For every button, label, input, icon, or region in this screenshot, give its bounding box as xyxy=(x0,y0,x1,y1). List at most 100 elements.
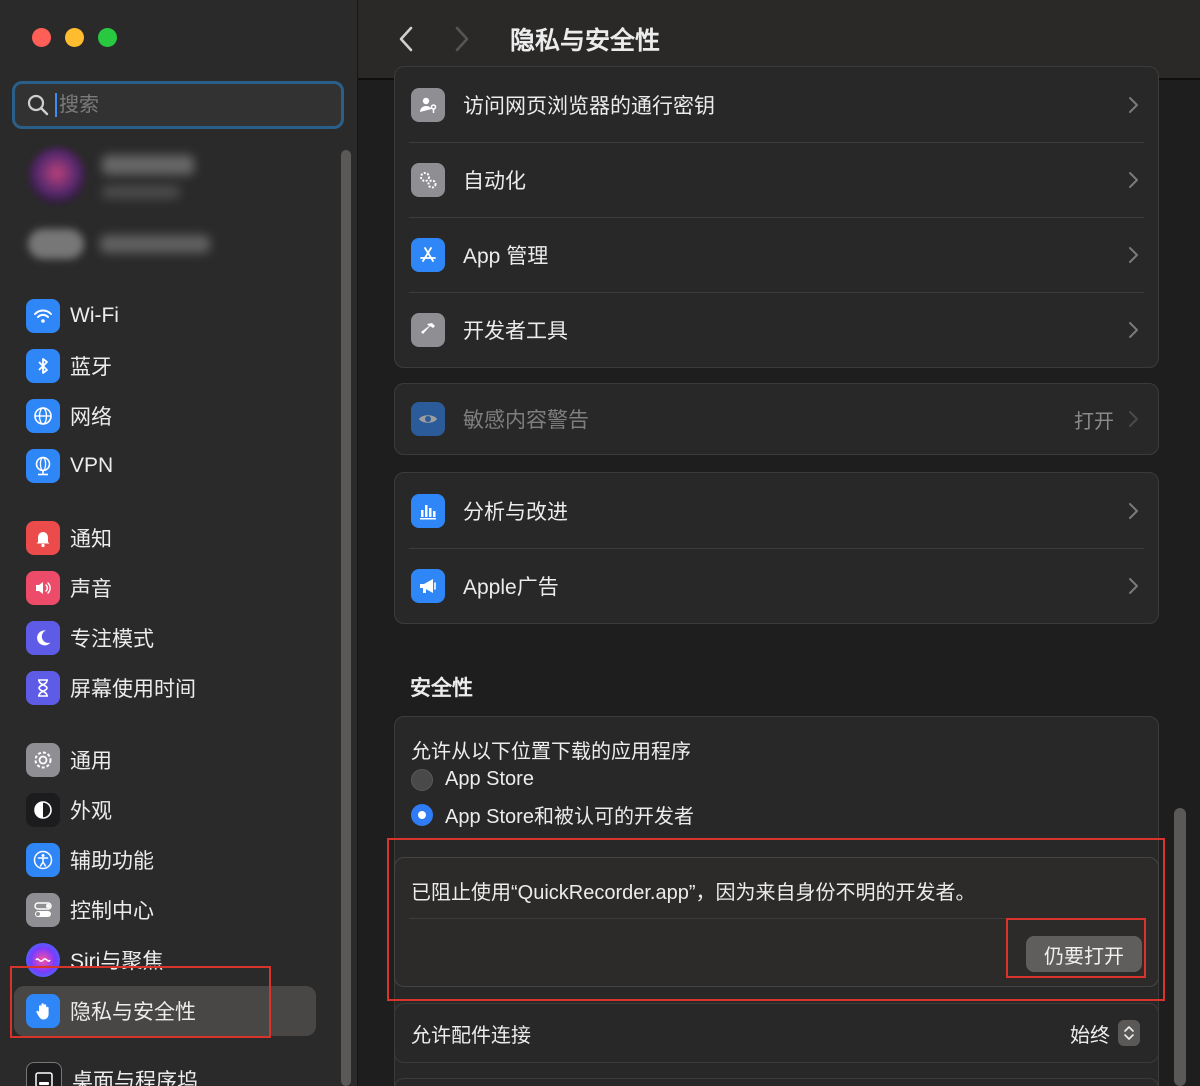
close-window-button[interactable] xyxy=(32,28,51,47)
radio-app-store[interactable]: App Store xyxy=(411,768,534,791)
row-label: 允许配件连接 xyxy=(411,1024,531,1047)
person-key-icon xyxy=(411,87,445,122)
globe-icon xyxy=(26,399,60,433)
sidebar-item-label: 蓝牙 xyxy=(70,356,112,379)
row-app-management[interactable]: App 管理 xyxy=(395,217,1158,292)
speaker-icon xyxy=(26,571,60,605)
chevron-left-icon xyxy=(399,26,413,52)
sidebar-item-network[interactable]: 网络 xyxy=(14,391,316,441)
radio-button[interactable] xyxy=(411,803,433,826)
moon-icon xyxy=(26,621,60,655)
vpn-globe-icon xyxy=(26,449,60,483)
chevron-right-icon xyxy=(1129,577,1138,594)
row-value: 打开 xyxy=(1074,410,1114,433)
back-button[interactable] xyxy=(386,19,426,59)
row-label: 分析与改进 xyxy=(463,500,568,524)
chevron-right-icon xyxy=(1129,171,1138,188)
bar-chart-icon xyxy=(411,493,445,528)
sidebar-item-siri-spotlight[interactable]: Siri与聚焦 xyxy=(14,935,316,985)
open-anyway-button[interactable]: 仍要打开 xyxy=(1026,936,1142,972)
bell-icon xyxy=(26,521,60,555)
next-settings-card xyxy=(394,1078,1159,1086)
sidebar-item-wifi[interactable]: Wi-Fi xyxy=(14,291,316,341)
row-label: 自动化 xyxy=(463,169,526,193)
sidebar-item-bluetooth[interactable]: 蓝牙 xyxy=(14,341,316,391)
dock-icon xyxy=(26,1062,62,1086)
row-accessory-connection[interactable]: 允许配件连接 始终 xyxy=(394,1003,1159,1063)
radio-label: App Store和被认可的开发者 xyxy=(445,806,694,828)
sidebar-scrollbar[interactable] xyxy=(341,150,351,1086)
sidebar-item-label: 外观 xyxy=(70,800,112,823)
row-automation[interactable]: 自动化 xyxy=(395,142,1158,217)
sidebar-item-label: 隐私与安全性 xyxy=(70,1001,196,1024)
app-store-icon xyxy=(411,237,445,272)
radio-app-store-identified[interactable]: App Store和被认可的开发者 xyxy=(411,800,694,829)
sidebar: Wi-Fi 蓝牙 网络 VPN 通知 声音 专注模式 xyxy=(0,0,358,1086)
sidebar-item-label: 通知 xyxy=(70,528,112,551)
sidebar-item-label: 屏幕使用时间 xyxy=(70,678,196,701)
main-pane: 隐私与安全性 访问网页浏览器的通行密钥 自动化 App 管理 开发者工具 敏感内… xyxy=(358,0,1200,1086)
row-label: 访问网页浏览器的通行密钥 xyxy=(463,94,715,118)
account-name-blurred xyxy=(102,155,194,175)
row-label: 敏感内容警告 xyxy=(463,409,589,432)
sidebar-item-label: VPN xyxy=(70,454,114,477)
sidebar-item-label: 控制中心 xyxy=(70,900,154,923)
search-input[interactable] xyxy=(59,93,299,117)
security-section-heading: 安全性 xyxy=(410,677,473,700)
forward-button[interactable] xyxy=(442,19,482,59)
sidebar-item-appearance[interactable]: 外观 xyxy=(14,785,316,835)
minimize-window-button[interactable] xyxy=(65,28,84,47)
row-sensitive-content-warning[interactable]: 敏感内容警告 打开 xyxy=(395,384,1158,454)
text-caret xyxy=(55,93,57,117)
accessory-popup-value[interactable]: 始终 xyxy=(1070,1019,1110,1048)
sidebar-item-label: 声音 xyxy=(70,578,112,601)
sidebar-item-label: 通用 xyxy=(70,750,112,773)
radio-button[interactable] xyxy=(411,768,433,791)
sidebar-item-privacy-security[interactable]: 隐私与安全性 xyxy=(14,986,316,1036)
chevron-right-icon xyxy=(455,26,469,52)
main-scrollbar[interactable] xyxy=(1174,808,1186,1086)
row-browser-passkeys[interactable]: 访问网页浏览器的通行密钥 xyxy=(395,67,1158,142)
chevron-right-icon xyxy=(1129,502,1138,519)
sidebar-item-sound[interactable]: 声音 xyxy=(14,563,316,613)
row-analytics[interactable]: 分析与改进 xyxy=(395,473,1158,548)
apple-account[interactable] xyxy=(28,145,328,215)
chevron-right-icon xyxy=(1129,411,1138,427)
sidebar-item-focus[interactable]: 专注模式 xyxy=(14,613,316,663)
maximize-window-button[interactable] xyxy=(98,28,117,47)
toggles-icon xyxy=(26,893,60,927)
hand-icon xyxy=(26,994,60,1028)
blocked-app-message: 已阻止使用“QuickRecorder.app”，因为来自身份不明的开发者。 xyxy=(411,882,976,904)
sidebar-item-label: 桌面与程序坞 xyxy=(72,1070,198,1086)
family-entry[interactable] xyxy=(28,227,328,263)
sidebar-item-control-center[interactable]: 控制中心 xyxy=(14,885,316,935)
row-apple-ads[interactable]: Apple广告 xyxy=(395,548,1158,623)
appearance-icon xyxy=(26,793,60,827)
sidebar-item-vpn[interactable]: VPN xyxy=(14,441,316,491)
popup-stepper-icon[interactable] xyxy=(1118,1020,1140,1046)
family-label-blurred xyxy=(100,235,210,253)
search-field[interactable] xyxy=(12,81,344,129)
sidebar-item-label: 网络 xyxy=(70,406,112,429)
gear-icon xyxy=(26,743,60,777)
row-developer-tools[interactable]: 开发者工具 xyxy=(395,292,1158,367)
sidebar-item-desktop-dock[interactable]: 桌面与程序坞 xyxy=(14,1055,316,1086)
sidebar-item-screen-time[interactable]: 屏幕使用时间 xyxy=(14,663,316,713)
hourglass-icon xyxy=(26,671,60,705)
family-avatars-blurred xyxy=(28,229,84,259)
chevron-right-icon xyxy=(1129,96,1138,113)
row-label: App 管理 xyxy=(463,244,549,268)
bluetooth-icon xyxy=(26,349,60,383)
row-label: Apple广告 xyxy=(463,575,559,599)
sidebar-item-label: Wi-Fi xyxy=(70,304,119,327)
account-subtitle-blurred xyxy=(102,185,180,199)
accessibility-icon xyxy=(26,843,60,877)
magnifying-glass-icon xyxy=(27,94,49,116)
chevron-right-icon xyxy=(1129,246,1138,263)
row-label: 开发者工具 xyxy=(463,319,568,343)
sidebar-item-general[interactable]: 通用 xyxy=(14,735,316,785)
sidebar-item-notifications[interactable]: 通知 xyxy=(14,513,316,563)
sidebar-item-accessibility[interactable]: 辅助功能 xyxy=(14,835,316,885)
privacy-group-2: 敏感内容警告 打开 xyxy=(394,383,1159,455)
sidebar-item-label: 专注模式 xyxy=(70,628,154,651)
